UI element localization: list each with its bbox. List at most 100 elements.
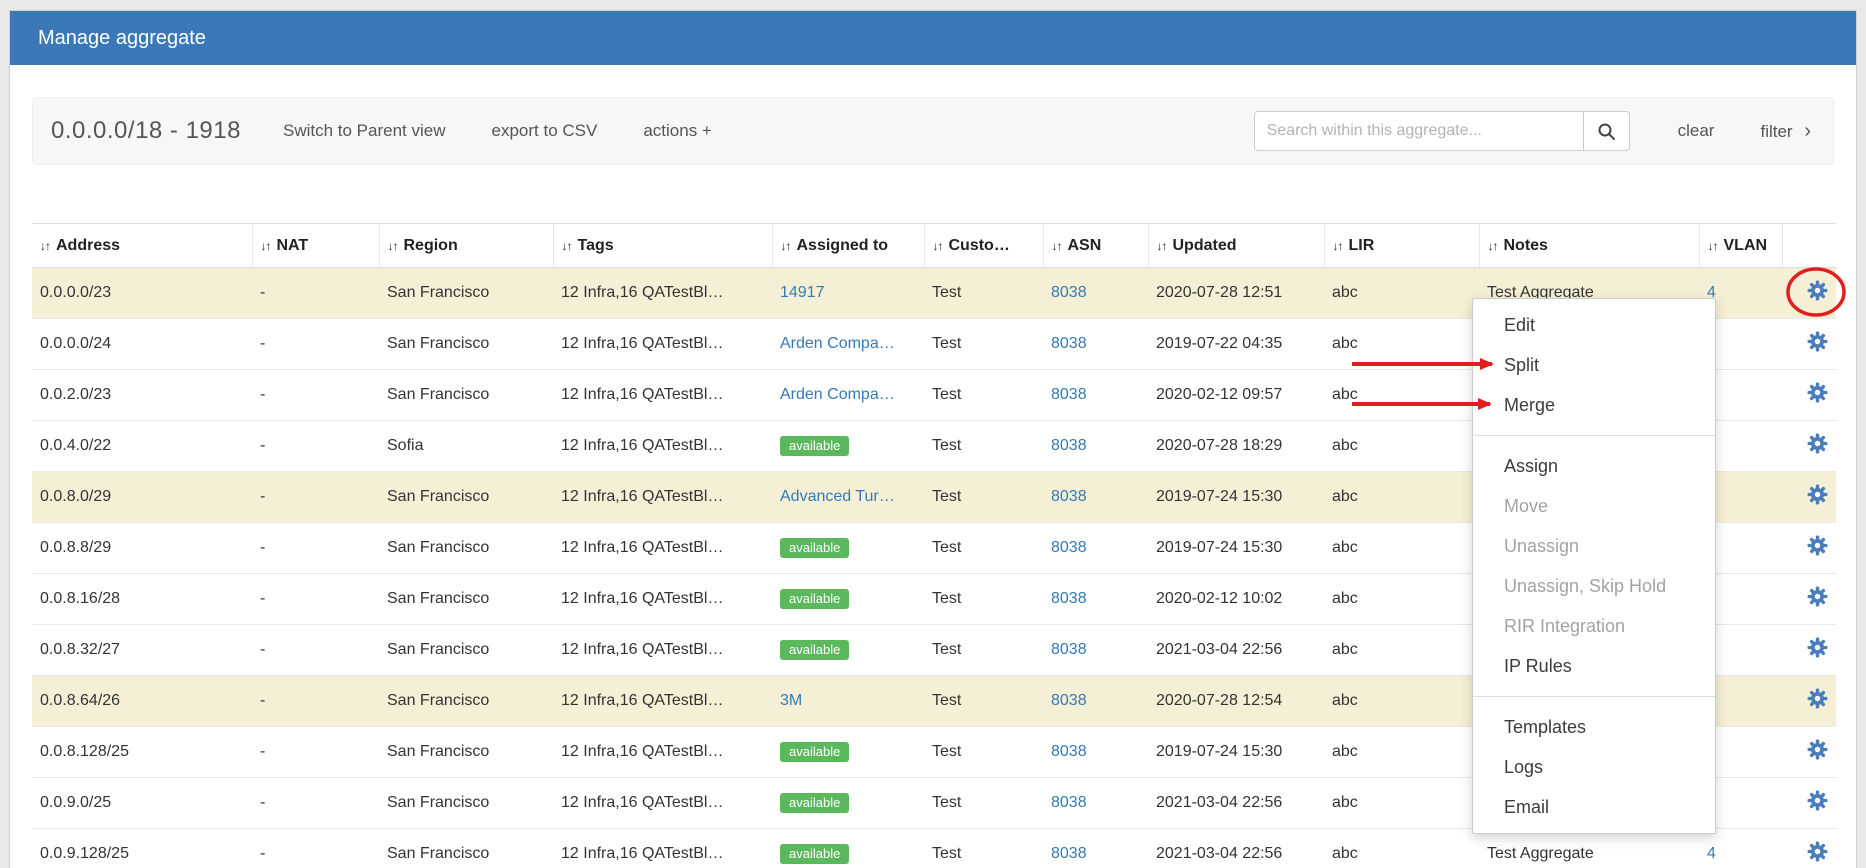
sort-icon[interactable]: ↓↑ [388,239,398,253]
asn-link[interactable]: 8038 [1051,794,1087,811]
asn-link[interactable]: 8038 [1051,539,1087,556]
column-header-assigned[interactable]: ↓↑Assigned to [772,224,924,268]
column-header-notes[interactable]: ↓↑Notes [1479,224,1699,268]
assigned-to-link[interactable]: Arden Compa… [780,386,895,403]
sort-icon[interactable]: ↓↑ [781,239,791,253]
asn-link[interactable]: 8038 [1051,692,1087,709]
menu-item-logs[interactable]: Logs [1473,747,1715,787]
switch-parent-view-button[interactable]: Switch to Parent view [283,121,446,141]
cell-region: San Francisco [379,574,553,625]
cell-tags: 12 Infra,16 QATestBl… [553,523,772,574]
asn-link[interactable]: 8038 [1051,845,1087,862]
gear-icon[interactable] [1807,739,1828,760]
asn-link[interactable]: 8038 [1051,335,1087,352]
cell-tags: 12 Infra,16 QATestBl… [553,472,772,523]
gear-icon[interactable] [1807,841,1828,862]
gear-icon[interactable] [1807,535,1828,556]
cell-updated: 2021-03-04 22:56 [1148,625,1324,676]
cell-assigned: available [772,778,924,829]
cell-updated: 2019-07-24 15:30 [1148,523,1324,574]
gear-icon[interactable] [1807,688,1828,709]
gear-icon[interactable] [1807,331,1828,352]
menu-item-split[interactable]: Split [1473,345,1715,385]
available-badge: available [780,436,849,456]
cell-asn: 8038 [1043,319,1148,370]
assigned-to-link[interactable]: Arden Compa… [780,335,895,352]
asn-link[interactable]: 8038 [1051,284,1087,301]
column-header-address[interactable]: ↓↑ Address [32,224,252,268]
assigned-to-link[interactable]: 14917 [780,284,825,301]
cell-tags: 12 Infra,16 QATestBl… [553,778,772,829]
sort-icon[interactable]: ↓↑ [1708,239,1718,253]
menu-item-merge[interactable]: Merge [1473,385,1715,425]
cell-address: 0.0.0.0/24 [32,319,252,370]
available-badge: available [780,538,849,558]
menu-item-email[interactable]: Email [1473,787,1715,827]
menu-item-templates[interactable]: Templates [1473,707,1715,747]
cell-vlan: 4 [1699,829,1782,868]
table-row: 0.0.9.128/25 - San Francisco 12 Infra,16… [32,829,1836,868]
column-header-asn[interactable]: ↓↑ ASN [1043,224,1148,268]
menu-item-assign[interactable]: Assign [1473,446,1715,486]
asn-link[interactable]: 8038 [1051,386,1087,403]
sort-icon[interactable]: ↓↑ [40,239,50,253]
cell-lir: abc [1324,319,1479,370]
clear-button[interactable]: clear [1678,121,1715,141]
cell-assigned: available [772,625,924,676]
cell-asn: 8038 [1043,523,1148,574]
column-header-actions [1782,224,1836,268]
column-header-lir[interactable]: ↓↑LIR [1324,224,1479,268]
column-header-region[interactable]: ↓↑Region [379,224,553,268]
actions-button[interactable]: actions + [643,121,712,141]
menu-item-ip-rules[interactable]: IP Rules [1473,646,1715,686]
asn-link[interactable]: 8038 [1051,743,1087,760]
gear-icon[interactable] [1807,382,1828,403]
gear-icon[interactable] [1807,484,1828,505]
sort-icon[interactable]: ↓↑ [1157,239,1167,253]
column-label: Address [56,237,120,254]
available-badge: available [780,844,849,864]
cell-tags: 12 Infra,16 QATestBl… [553,574,772,625]
cell-assigned: available [772,829,924,868]
cell-assigned: available [772,421,924,472]
cell-lir: abc [1324,523,1479,574]
asn-link[interactable]: 8038 [1051,590,1087,607]
asn-link[interactable]: 8038 [1051,641,1087,658]
assigned-to-link[interactable]: Advanced Tur… [780,488,895,505]
filter-button[interactable]: filter › [1760,120,1811,143]
sort-icon[interactable]: ↓↑ [1488,239,1498,253]
sort-icon[interactable]: ↓↑ [562,239,572,253]
asn-link[interactable]: 8038 [1051,488,1087,505]
cell-customer: Test [924,523,1043,574]
sort-icon[interactable]: ↓↑ [1052,239,1062,253]
sort-icon[interactable]: ↓↑ [1333,239,1343,253]
assigned-to-link[interactable]: 3M [780,692,802,709]
column-label: ASN [1068,237,1102,254]
sort-icon[interactable]: ↓↑ [261,239,271,253]
search-button[interactable] [1584,111,1630,151]
vlan-link[interactable]: 4 [1707,845,1716,862]
export-csv-button[interactable]: export to CSV [492,121,598,141]
gear-icon[interactable] [1807,586,1828,607]
column-header-customer[interactable]: ↓↑Custo… [924,224,1043,268]
search-input[interactable] [1254,111,1584,151]
asn-link[interactable]: 8038 [1051,437,1087,454]
cell-region: San Francisco [379,319,553,370]
gear-icon[interactable] [1807,790,1828,811]
cell-assigned: available [772,523,924,574]
cell-customer: Test [924,829,1043,868]
column-header-updated[interactable]: ↓↑Updated [1148,224,1324,268]
gear-icon[interactable] [1807,433,1828,454]
sort-icon[interactable]: ↓↑ [933,239,943,253]
cell-asn: 8038 [1043,829,1148,868]
toolbar: 0.0.0.0/18 - 1918 Switch to Parent view … [32,97,1834,165]
cell-address: 0.0.0.0/23 [32,268,252,319]
cell-lir: abc [1324,574,1479,625]
gear-icon[interactable] [1807,637,1828,658]
column-header-nat[interactable]: ↓↑NAT [252,224,379,268]
cell-customer: Test [924,319,1043,370]
column-header-tags[interactable]: ↓↑Tags [553,224,772,268]
menu-item-edit[interactable]: Edit [1473,305,1715,345]
gear-icon[interactable] [1807,280,1828,301]
column-header-vlan[interactable]: ↓↑VLAN [1699,224,1782,268]
